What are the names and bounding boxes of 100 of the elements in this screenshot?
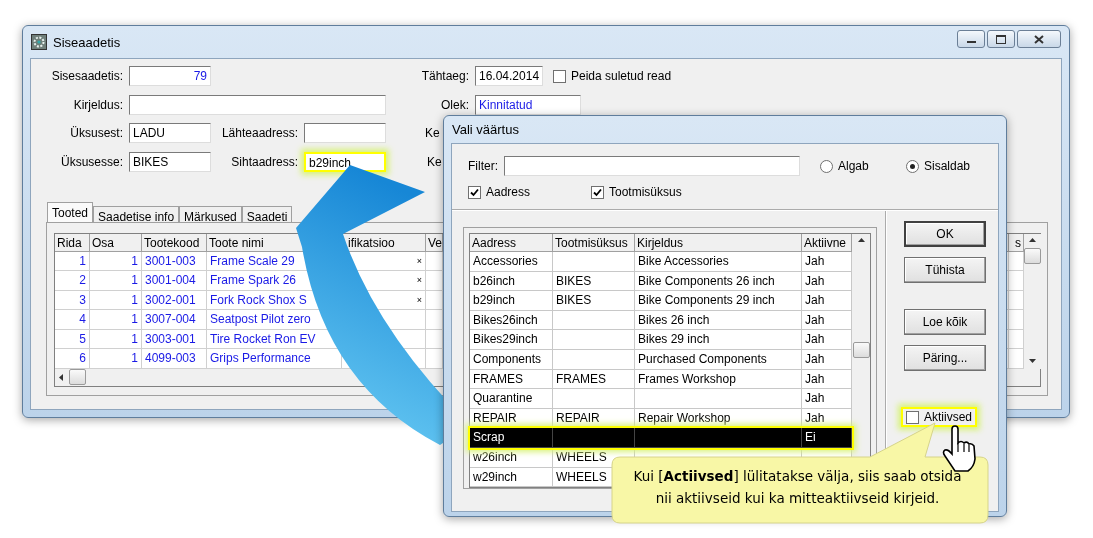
field-label: Üksusest:	[69, 126, 123, 140]
tab[interactable]: Saadetise info	[93, 205, 180, 222]
dialog-button[interactable]: Loe kõik	[904, 309, 986, 335]
tab[interactable]: Saadeti	[241, 205, 293, 222]
hide-closed-box[interactable]	[553, 69, 566, 83]
column-header[interactable]: Aktiivne	[802, 234, 852, 252]
search-field-label: Tootmisüksus	[609, 185, 682, 199]
maximize-button[interactable]	[987, 30, 1015, 48]
table-cell: 2	[55, 271, 90, 291]
table-cell: 3003-001	[142, 329, 207, 349]
minimize-icon	[966, 41, 976, 43]
table-cell: Bike Components 29 inch	[635, 291, 802, 311]
column-header[interactable]: Osa	[90, 233, 142, 252]
table-cell: 1	[90, 349, 142, 369]
table-cell: Accessories	[470, 252, 553, 272]
active-only-box[interactable]	[906, 410, 919, 424]
field-label: Tähtaeg:	[420, 69, 469, 83]
table-cell: 1	[90, 329, 142, 349]
table-cell: 5	[55, 329, 90, 349]
dialog-button[interactable]: OK	[904, 221, 986, 247]
callout-text: Kui [Actiivsed] lülitatakse välja, siis saab otsida nii aktiivseid kui ka mitteaktiivseid kirjeid.	[632, 467, 963, 508]
field-label: Kirjeldus:	[72, 97, 123, 112]
radio-button[interactable]	[906, 159, 919, 173]
field-label: Sisesaadetis:	[50, 69, 123, 83]
table-cell: 1	[90, 310, 142, 330]
column-header[interactable]: Rida	[55, 233, 90, 252]
scrollbar-thumb[interactable]	[69, 369, 86, 385]
column-header[interactable]: s	[1009, 233, 1024, 252]
scrollbar-thumb[interactable]	[1024, 247, 1041, 264]
description-field[interactable]	[129, 94, 386, 115]
column-header[interactable]: Kirjeldus	[635, 234, 802, 252]
check-icon	[593, 187, 602, 197]
gear-icon	[31, 34, 47, 50]
field-label: Lähteaadress:	[220, 126, 298, 140]
unit-field[interactable]: LADU	[129, 123, 211, 143]
scroll-up-icon	[1029, 237, 1036, 242]
table-cell: BIKES	[553, 291, 635, 311]
search-field-box[interactable]	[591, 185, 604, 199]
table-cell: BIKES	[553, 271, 635, 292]
radio-button[interactable]	[820, 159, 833, 173]
radio-label: Algab	[838, 159, 869, 173]
column-header[interactable]: ifikatsioo	[342, 233, 426, 252]
table-cell: b29inch	[470, 291, 553, 311]
close-icon	[1034, 34, 1044, 44]
tab[interactable]: Tooted	[47, 201, 94, 222]
table-cell: Components	[470, 349, 553, 370]
table-cell: 1	[90, 251, 142, 271]
table-cell: 1	[90, 290, 142, 310]
table-cell: Quarantine	[470, 389, 553, 409]
table-cell: w29inch	[470, 467, 553, 488]
table-cell: 1	[55, 251, 90, 271]
field-label: Üksusesse:	[59, 154, 123, 169]
table-cell: 3001-004	[142, 271, 207, 291]
dialog-button[interactable]: Päring...	[904, 345, 986, 371]
table-cell: Bikes29inch	[470, 330, 553, 350]
table-cell: b26inch	[470, 271, 553, 292]
active-only-label: Aktiivsed	[924, 410, 973, 424]
table-cell: Bike Components 26 inch	[635, 271, 802, 292]
field-label: Sihtaadress:	[230, 154, 298, 169]
table-cell: Frames Workshop	[635, 369, 802, 390]
address-field[interactable]: b29inch	[304, 151, 386, 172]
scrollbar-thumb[interactable]	[852, 342, 870, 358]
minimize-button[interactable]	[957, 30, 985, 48]
column-header[interactable]: Tootmisüksus	[553, 234, 635, 252]
search-field-box[interactable]	[468, 185, 481, 199]
table-cell: Bikes 26 inch	[635, 310, 802, 331]
tab[interactable]: Märkused	[179, 205, 242, 222]
table-cell: w26inch	[470, 447, 553, 468]
table-cell: 6	[55, 349, 90, 369]
radio-label: Sisaldab	[924, 159, 971, 173]
scroll-down-icon	[1029, 358, 1036, 363]
address-field[interactable]	[304, 123, 386, 143]
number-field[interactable]: 79	[129, 66, 211, 86]
dialog-button[interactable]: Tühista	[904, 257, 986, 283]
date-field[interactable]: 16.04.2014	[475, 66, 543, 86]
table-cell: 4	[55, 310, 90, 330]
selected-row[interactable]: Scrap Ei	[470, 428, 852, 448]
filter-field[interactable]	[504, 156, 800, 176]
table-cell: 3007-004	[142, 310, 207, 330]
hide-closed-label: Peida suletud read	[571, 69, 672, 83]
status-field[interactable]: Kinnitatud	[475, 94, 581, 115]
table-cell: Purchased Components	[635, 349, 802, 370]
column-header[interactable]: Aadress	[470, 234, 553, 252]
scroll-up-icon	[857, 238, 865, 242]
scroll-left-icon	[59, 373, 63, 381]
close-button[interactable]	[1017, 30, 1061, 48]
column-header[interactable]: Tootekood	[142, 233, 207, 252]
field-label: Ke	[425, 126, 440, 140]
window-title: Vali väärtus	[452, 122, 519, 137]
unit-field[interactable]: BIKES	[129, 151, 211, 172]
column-header[interactable]: Ve	[426, 233, 443, 252]
table-cell: Bike Accessories	[635, 252, 802, 272]
search-field-label: Aadress	[486, 185, 531, 199]
table-cell: FRAMES	[470, 369, 553, 390]
field-label: Olek:	[440, 97, 469, 112]
table-cell: 3001-003	[142, 251, 207, 271]
maximize-icon	[996, 34, 1006, 44]
table-cell: Ei	[802, 428, 852, 448]
table-cell: 3	[55, 290, 90, 310]
table-cell: 4099-003	[142, 349, 207, 369]
